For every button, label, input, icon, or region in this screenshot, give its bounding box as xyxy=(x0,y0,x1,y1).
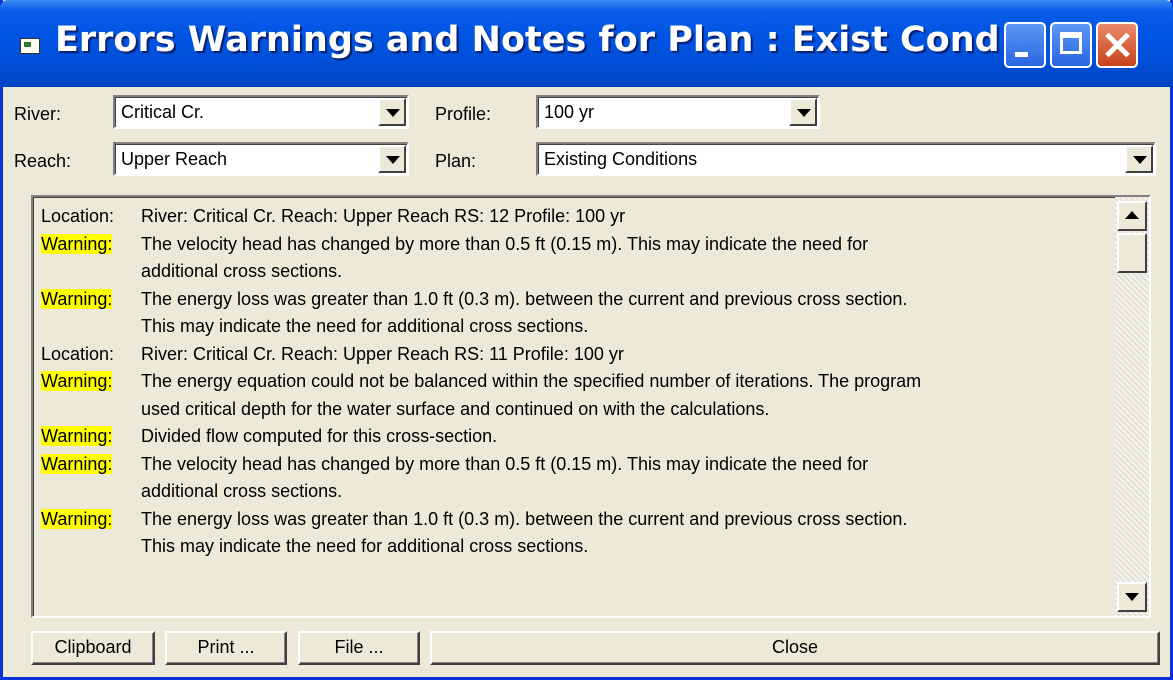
profile-label: Profile: xyxy=(435,104,492,124)
river-value: Critical Cr. xyxy=(121,102,205,122)
warning-tag: Warning: xyxy=(41,233,113,254)
message-text: used critical depth for the water surfac… xyxy=(141,398,770,419)
message-row[interactable]: used critical depth for the water surfac… xyxy=(41,396,1111,424)
message-text: River: Critical Cr. Reach: Upper Reach R… xyxy=(141,206,626,226)
plan-dropdown-arrow-icon[interactable] xyxy=(1125,145,1153,173)
app-icon[interactable] xyxy=(20,38,40,54)
reach-value: Upper Reach xyxy=(121,149,228,169)
river-dropdown-arrow-icon[interactable] xyxy=(378,98,406,126)
errors-warnings-dialog: Errors Warnings and Notes for Plan : Exi… xyxy=(0,0,1173,680)
warning-tag: Warning: xyxy=(41,426,113,446)
warning-tag: Warning: xyxy=(41,371,113,391)
message-tag: Location: xyxy=(41,206,115,226)
print-button[interactable]: Print ... xyxy=(165,631,287,665)
minimize-button[interactable] xyxy=(1004,22,1046,68)
close-window-button[interactable] xyxy=(1096,22,1138,68)
reach-dropdown-arrow-icon[interactable] xyxy=(378,145,406,173)
warning-tag: Warning: xyxy=(41,288,113,309)
plan-label: Plan: xyxy=(435,151,477,171)
message-row[interactable]: Warning: Divided flow computed for this c… xyxy=(41,423,1111,451)
message-text: This may indicate the need for additiona… xyxy=(141,316,589,336)
message-text: additional cross sections. xyxy=(141,261,343,281)
message-text: River: Critical Cr. Reach: Upper Reach R… xyxy=(141,343,624,364)
clipboard-button[interactable]: Clipboard xyxy=(31,631,155,665)
message-row[interactable]: This may indicate the need for additiona… xyxy=(41,313,1111,341)
reach-select[interactable]: Upper Reach xyxy=(113,142,409,176)
message-row[interactable]: Location: River: Critical Cr. Reach: Uppe… xyxy=(41,203,1111,231)
message-text: The energy loss was greater than 1.0 ft … xyxy=(141,508,908,529)
messages-rows: Location: River: Critical Cr. Reach: Uppe… xyxy=(41,203,1111,561)
title-bar[interactable]: Errors Warnings and Notes for Plan : Exi… xyxy=(0,0,1173,87)
scroll-thumb[interactable] xyxy=(1117,233,1147,273)
message-text: The energy loss was greater than 1.0 ft … xyxy=(141,288,908,309)
river-select[interactable]: Critical Cr. xyxy=(113,95,409,129)
messages-list[interactable]: Location: River: Critical Cr. Reach: Uppe… xyxy=(31,195,1151,618)
close-button[interactable]: Close xyxy=(430,631,1160,665)
message-row[interactable]: Warning: The velocity head has changed by… xyxy=(41,231,1111,259)
message-row[interactable]: Location: River: Critical Cr. Reach: Uppe… xyxy=(41,341,1111,369)
plan-select[interactable]: Existing Conditions xyxy=(536,142,1156,176)
maximize-button[interactable] xyxy=(1050,22,1092,68)
window-title: Errors Warnings and Notes for Plan : Exi… xyxy=(55,20,1000,60)
message-text: The energy equation could not be balance… xyxy=(141,371,922,391)
message-text: The velocity head has changed by more th… xyxy=(141,453,869,474)
profile-dropdown-arrow-icon[interactable] xyxy=(789,98,817,126)
message-text: Divided flow computed for this cross-sec… xyxy=(141,426,498,446)
message-tag: Location: xyxy=(41,343,115,364)
reach-label: Reach: xyxy=(14,151,72,171)
message-text: additional cross sections. xyxy=(141,481,343,501)
vertical-scrollbar[interactable] xyxy=(1115,197,1149,616)
plan-value: Existing Conditions xyxy=(544,149,698,169)
message-row[interactable]: This may indicate the need for additiona… xyxy=(41,533,1111,561)
message-row[interactable]: Warning: The energy equation could not be… xyxy=(41,368,1111,396)
message-text: This may indicate the need for additiona… xyxy=(141,536,589,556)
message-row[interactable]: Warning: The energy loss was greater than… xyxy=(41,506,1111,534)
scroll-down-icon[interactable] xyxy=(1117,582,1147,612)
message-text: The velocity head has changed by more th… xyxy=(141,233,869,254)
message-row[interactable]: additional cross sections. xyxy=(41,478,1111,506)
profile-value: 100 yr xyxy=(544,102,595,122)
scroll-up-icon[interactable] xyxy=(1117,201,1147,231)
warning-tag: Warning: xyxy=(41,453,113,474)
warning-tag: Warning: xyxy=(41,508,113,529)
file-button[interactable]: File ... xyxy=(298,631,420,665)
message-row[interactable]: additional cross sections. xyxy=(41,258,1111,286)
message-row[interactable]: Warning: The energy loss was greater than… xyxy=(41,286,1111,314)
profile-select[interactable]: 100 yr xyxy=(536,95,820,129)
river-label: River: xyxy=(14,104,62,124)
message-row[interactable]: Warning: The velocity head has changed by… xyxy=(41,451,1111,479)
